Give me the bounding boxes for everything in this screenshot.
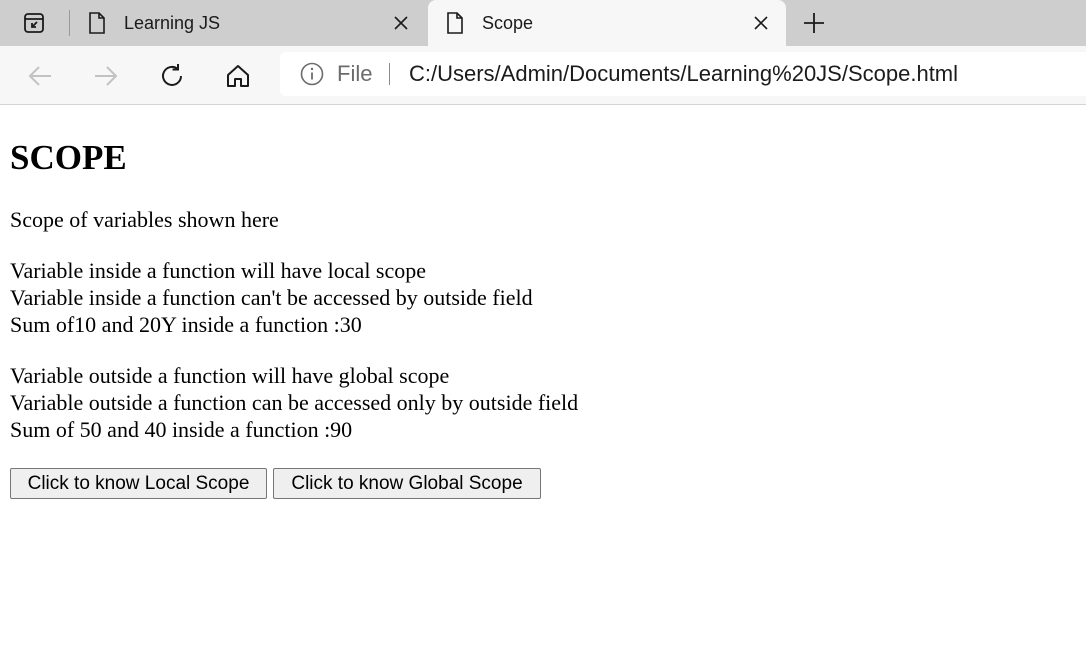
- page-icon: [88, 12, 106, 34]
- page-content: SCOPE Scope of variables shown here Vari…: [10, 104, 1076, 656]
- browser-toolbar: File C:/Users/Admin/Documents/Learning%2…: [0, 46, 1086, 105]
- address-separator: [389, 63, 390, 85]
- tab-title: Learning JS: [124, 13, 221, 33]
- local-scope-line: Variable inside a function can't be acce…: [10, 285, 533, 310]
- global-scope-button[interactable]: Click to know Global Scope: [273, 468, 541, 499]
- intro-text: Scope of variables shown here: [10, 207, 279, 232]
- page-title: SCOPE: [10, 138, 127, 177]
- plus-icon[interactable]: [800, 9, 828, 37]
- close-icon[interactable]: [750, 12, 772, 34]
- global-scope-line: Variable outside a function will have gl…: [10, 363, 450, 388]
- address-scheme: File: [337, 61, 373, 86]
- back-arrow-icon[interactable]: [24, 60, 56, 92]
- tab-actions-icon[interactable]: [14, 8, 54, 38]
- refresh-icon[interactable]: [156, 60, 188, 92]
- home-icon[interactable]: [222, 60, 254, 92]
- tab-learning-js[interactable]: Learning JS: [70, 0, 426, 46]
- info-icon[interactable]: [300, 62, 324, 86]
- tab-title: Scope: [482, 13, 534, 33]
- tab-scope[interactable]: Scope: [428, 0, 786, 46]
- address-url[interactable]: C:/Users/Admin/Documents/Learning%20JS/S…: [409, 62, 958, 86]
- local-sum-line: Sum of10 and 20Y inside a function :30: [10, 312, 362, 337]
- address-bar[interactable]: File C:/Users/Admin/Documents/Learning%2…: [280, 52, 1086, 96]
- close-icon[interactable]: [390, 12, 412, 34]
- tab-strip: Learning JS Scope: [0, 0, 1086, 46]
- global-scope-line: Variable outside a function can be acces…: [10, 390, 579, 415]
- forward-arrow-icon[interactable]: [90, 60, 122, 92]
- local-scope-line: Variable inside a function will have loc…: [10, 258, 427, 283]
- local-scope-button[interactable]: Click to know Local Scope: [10, 468, 267, 499]
- global-sum-line: Sum of 50 and 40 inside a function :90: [10, 417, 353, 442]
- page-icon: [446, 12, 464, 34]
